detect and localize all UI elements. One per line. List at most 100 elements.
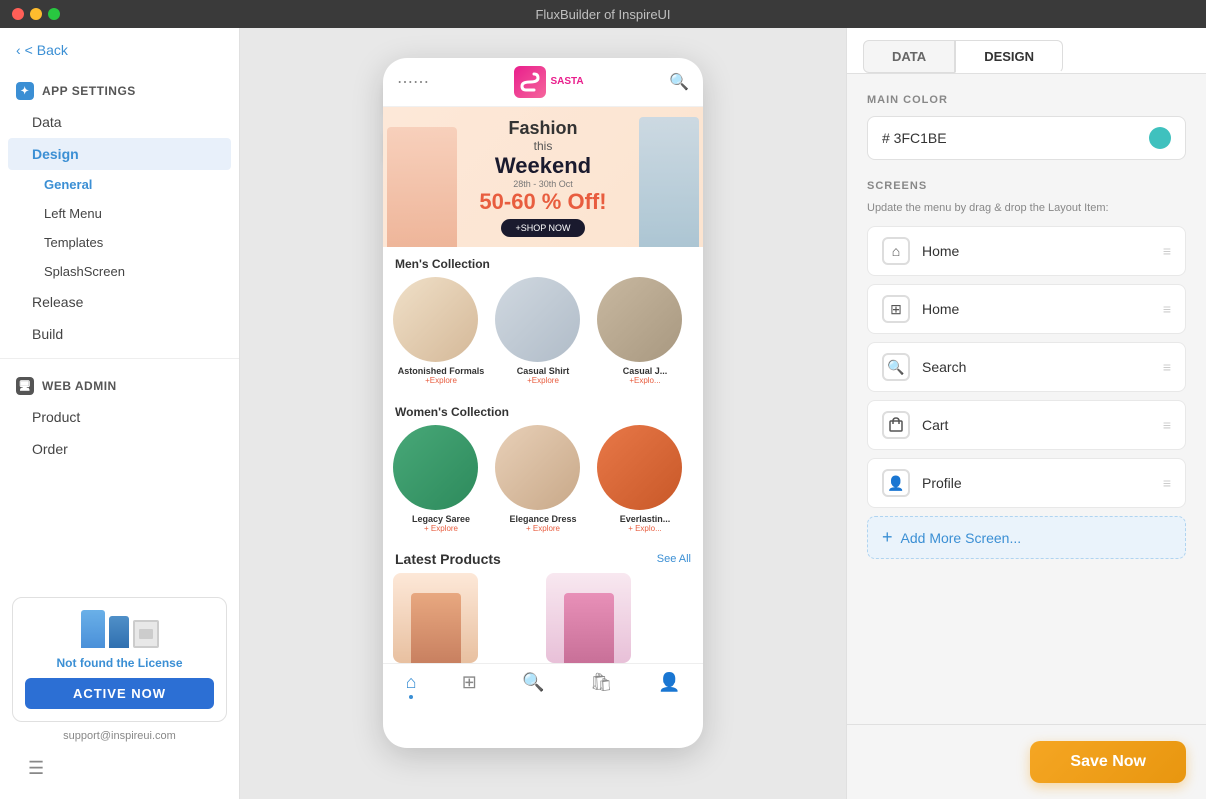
app-settings-header: ✦ APP SETTINGS: [0, 72, 239, 106]
screen-item-profile[interactable]: 👤 Profile ≡: [867, 458, 1186, 508]
sidebar-item-build-label: Build: [32, 326, 63, 342]
screen-name-home1: Home: [922, 243, 1163, 259]
phone-banner: Fashion this Weekend 28th - 30th Oct 50-…: [383, 107, 703, 247]
sidebar-item-design[interactable]: Design: [8, 138, 231, 170]
latest-products-header: Latest Products See All: [383, 543, 703, 573]
screen-item-home1[interactable]: ⌂ Home ≡: [867, 226, 1186, 276]
phone-search-icon[interactable]: 🔍: [669, 72, 689, 92]
item-sub: + Explo...: [597, 524, 693, 533]
sidebar-item-build[interactable]: Build: [8, 318, 231, 350]
item-image: [495, 425, 580, 510]
nav-search[interactable]: 🔍: [522, 672, 544, 699]
titlebar: FluxBuilder of InspireUI: [0, 0, 1206, 28]
sidebar-item-release[interactable]: Release: [8, 286, 231, 318]
app-settings-icon: ✦: [16, 82, 34, 100]
screens-subtitle: Update the menu by drag & drop the Layou…: [867, 202, 1186, 214]
mens-items-row: Astonished Formals +Explore Casual Shirt…: [383, 277, 703, 395]
latest-products-row: [383, 573, 703, 663]
tab-data[interactable]: DATA: [863, 40, 955, 73]
list-item: Astonished Formals +Explore: [393, 277, 489, 385]
sidebar-item-data-label: Data: [32, 114, 62, 130]
list-item: [393, 573, 540, 663]
nav-grid[interactable]: ⊞: [462, 672, 477, 699]
web-admin-header: 🖥 WEB ADMIN: [0, 367, 239, 401]
nav-home[interactable]: ⌂: [406, 672, 417, 699]
cart-nav-icon: 🛍: [590, 672, 613, 693]
item-name: Legacy Saree: [393, 514, 489, 524]
color-value: # 3FC1BE: [882, 130, 1149, 146]
screens-label: SCREENS: [867, 180, 1186, 192]
add-screen-plus-icon: +: [882, 527, 893, 548]
drag-handle-profile[interactable]: ≡: [1163, 475, 1171, 491]
item-sub: +Explo...: [597, 376, 693, 385]
sidebar-sub-item-splashscreen-label: SplashScreen: [44, 264, 125, 279]
sidebar-item-product[interactable]: Product: [8, 401, 231, 433]
screen-item-search[interactable]: 🔍 Search ≡: [867, 342, 1186, 392]
banner-text: Fashion this Weekend 28th - 30th Oct 50-…: [479, 118, 606, 237]
sidebar-sub-item-left-menu[interactable]: Left Menu: [8, 199, 231, 228]
license-icons: [25, 610, 214, 648]
sidebar: ‹ < Back ✦ APP SETTINGS Data Design Gene…: [0, 28, 240, 799]
profile-screen-icon: 👤: [882, 469, 910, 497]
nav-cart[interactable]: 🛍: [590, 672, 613, 699]
web-admin-label: WEB ADMIN: [42, 379, 117, 393]
see-all-link[interactable]: See All: [657, 553, 691, 565]
item-sub: + Explore: [495, 524, 591, 533]
nav-profile[interactable]: 👤: [658, 672, 680, 699]
drag-handle-home2[interactable]: ≡: [1163, 301, 1171, 317]
tab-design[interactable]: DESIGN: [955, 40, 1063, 73]
sidebar-item-design-label: Design: [32, 146, 79, 162]
banner-figure-right: [639, 117, 699, 247]
phone-content: ⋯⋯ SASTA 🔍: [383, 58, 703, 748]
banner-shop-button[interactable]: +SHOP NOW: [501, 219, 584, 237]
web-admin-icon: 🖥: [16, 377, 34, 395]
add-screen-button[interactable]: + Add More Screen...: [867, 516, 1186, 559]
back-button[interactable]: ‹ < Back: [0, 28, 239, 72]
main-color-label: MAIN COLOR: [867, 94, 1186, 106]
cart-screen-icon: [882, 411, 910, 439]
right-panel: DATA DESIGN MAIN COLOR # 3FC1BE SCREENS …: [846, 28, 1206, 799]
home-nav-icon: ⌂: [406, 672, 417, 693]
search-screen-icon: 🔍: [882, 353, 910, 381]
grid-nav-icon: ⊞: [462, 672, 477, 693]
item-image: [597, 425, 682, 510]
phone-bottom-nav: ⌂ ⊞ 🔍 🛍 👤: [383, 663, 703, 709]
titlebar-title: FluxBuilder of InspireUI: [535, 7, 670, 22]
product-image: [393, 573, 478, 663]
drag-handle-home1[interactable]: ≡: [1163, 243, 1171, 259]
drag-handle-cart[interactable]: ≡: [1163, 417, 1171, 433]
close-btn[interactable]: [12, 8, 24, 20]
item-name: Casual J...: [597, 366, 693, 376]
sidebar-item-order[interactable]: Order: [8, 433, 231, 465]
item-name: Casual Shirt: [495, 366, 591, 376]
save-now-button[interactable]: Save Now: [1030, 741, 1186, 783]
screen-item-home2[interactable]: ⊞ Home ≡: [867, 284, 1186, 334]
minimize-btn[interactable]: [30, 8, 42, 20]
titlebar-buttons: [12, 8, 60, 20]
screens-header: SCREENS Update the menu by drag & drop t…: [867, 180, 1186, 214]
banner-figure-left: [387, 127, 457, 247]
sidebar-item-order-label: Order: [32, 441, 68, 457]
maximize-btn[interactable]: [48, 8, 60, 20]
home1-icon: ⌂: [882, 237, 910, 265]
center-preview-area: 🌙 ⋯⋯: [240, 28, 846, 799]
screen-name-search: Search: [922, 359, 1163, 375]
sidebar-item-data[interactable]: Data: [8, 106, 231, 138]
screen-name-profile: Profile: [922, 475, 1163, 491]
drag-handle-search[interactable]: ≡: [1163, 359, 1171, 375]
banner-discount: 50-60 % Off!: [479, 189, 606, 215]
list-item: [546, 573, 693, 663]
active-now-button[interactable]: ACTIVE NOW: [25, 678, 214, 709]
sidebar-sub-item-general[interactable]: General: [8, 170, 231, 199]
color-picker[interactable]: [1149, 127, 1171, 149]
back-label: < Back: [25, 42, 68, 58]
nav-active-dot: [409, 695, 413, 699]
mens-collection-title: Men's Collection: [383, 247, 703, 277]
item-sub: + Explore: [393, 524, 489, 533]
hamburger-icon[interactable]: ☰: [12, 750, 227, 787]
screen-item-cart[interactable]: Cart ≡: [867, 400, 1186, 450]
back-arrow-icon: ‹: [16, 42, 21, 58]
sidebar-sub-item-splashscreen[interactable]: SplashScreen: [8, 257, 231, 286]
list-item: Casual Shirt +Explore: [495, 277, 591, 385]
sidebar-sub-item-templates[interactable]: Templates: [8, 228, 231, 257]
